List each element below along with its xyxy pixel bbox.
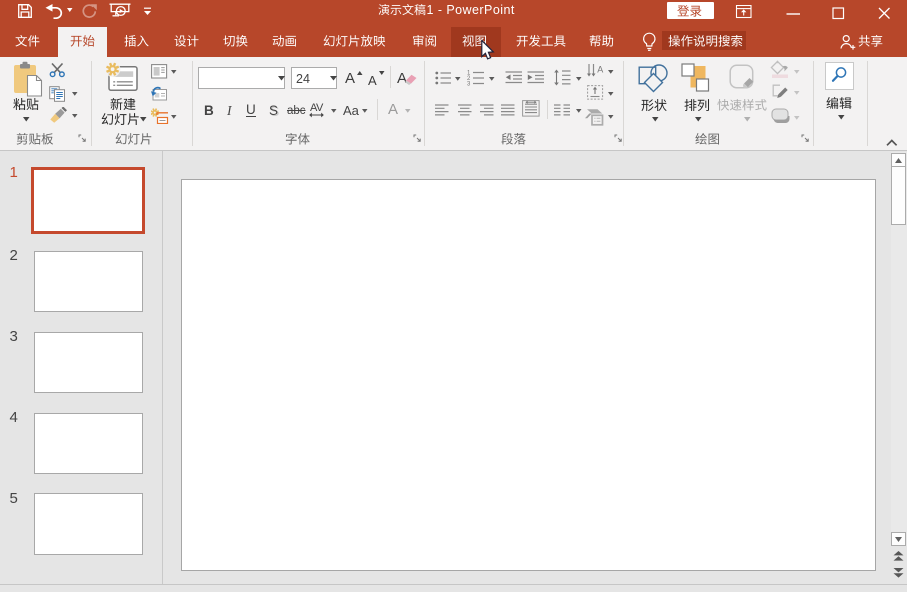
svg-text:A: A	[597, 65, 603, 75]
svg-text:3: 3	[467, 82, 471, 87]
